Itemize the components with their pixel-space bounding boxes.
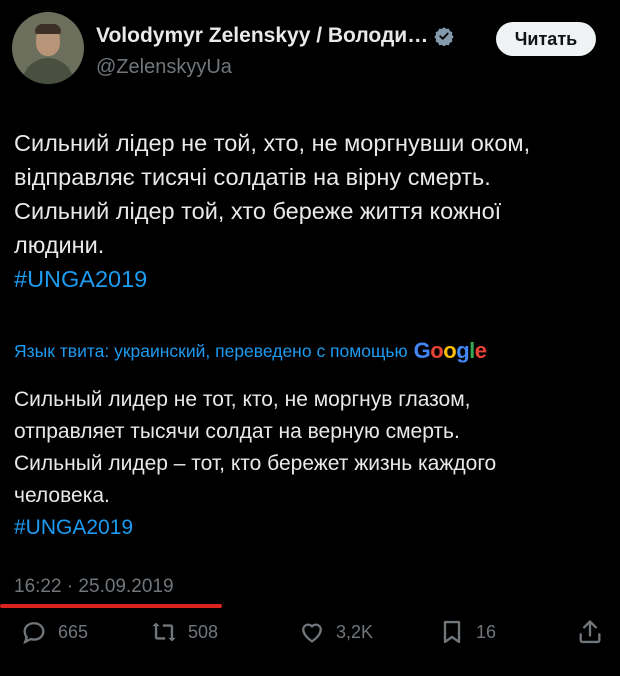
tweet-line: Сильний лідер той, хто береже життя кожн… <box>14 198 502 224</box>
follow-button[interactable]: Читать <box>496 22 596 56</box>
repost-button[interactable]: 508 <box>150 618 218 646</box>
like-count: 3,2K <box>336 621 374 642</box>
repost-count: 508 <box>188 621 219 642</box>
bookmark-icon <box>443 620 461 644</box>
translation-hashtag-link[interactable]: #UNGA2019 <box>14 512 604 544</box>
author-name-row: Volodymyr Zelenskyy / Володи… <box>96 24 454 48</box>
highlight-underline <box>0 604 222 608</box>
translation-label: Язык твита: украинский, переведено с пом… <box>14 340 408 361</box>
translation-line: отправляет тысячи солдат на верную смерт… <box>14 420 460 443</box>
translation-line: Сильный лидер – тот, кто бережет жизнь к… <box>14 452 497 475</box>
like-button[interactable]: 3,2K <box>298 618 373 646</box>
author-handle[interactable]: @ZelenskyyUa <box>96 56 232 79</box>
bookmark-count: 16 <box>476 621 497 642</box>
avatar[interactable] <box>12 12 84 84</box>
tweet-line: відправляє тисячі солдатів на вірну смер… <box>14 164 491 190</box>
reply-count: 665 <box>58 621 89 642</box>
translated-text: Сильный лидер не тот, кто, не моргнув гл… <box>14 384 604 544</box>
share-button[interactable] <box>576 618 604 646</box>
verified-badge-icon <box>434 27 454 46</box>
google-logo: Google <box>413 338 487 363</box>
tweet-line: Сильний лідер не той, хто, не моргнувши … <box>14 130 531 156</box>
bookmark-button[interactable]: 16 <box>438 618 496 646</box>
author-name[interactable]: Volodymyr Zelenskyy / Володи… <box>96 24 428 48</box>
tweet-text: Сильний лідер не той, хто, не моргнувши … <box>14 126 604 296</box>
translation-line: человека. <box>14 484 110 507</box>
tweet-timestamp[interactable]: 16:22 · 25.09.2019 <box>14 576 174 598</box>
tweet-line: людини. <box>14 232 105 258</box>
reply-icon <box>23 622 45 645</box>
translation-line: Сильный лидер не тот, кто, не моргнув гл… <box>14 388 471 411</box>
tweet-hashtag-link[interactable]: #UNGA2019 <box>14 262 604 296</box>
action-bar: 665 508 3,2K 16 <box>0 618 620 658</box>
share-icon <box>579 620 601 644</box>
translation-attribution[interactable]: Язык твита: украинский, переведено с пом… <box>14 338 487 364</box>
like-icon <box>302 623 322 643</box>
repost-icon <box>152 622 176 642</box>
reply-button[interactable]: 665 <box>20 618 88 646</box>
